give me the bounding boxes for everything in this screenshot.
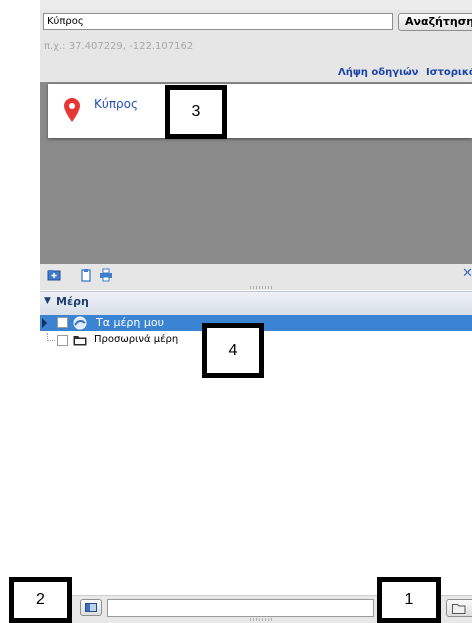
history-link[interactable]: Ιστορικό bbox=[426, 67, 472, 78]
result-title[interactable]: Κύπρος bbox=[94, 97, 138, 111]
search-input[interactable]: Κύπρος bbox=[43, 13, 393, 30]
collapse-triangle-icon[interactable]: ▼ bbox=[44, 296, 51, 306]
callout-label-4: 4 bbox=[202, 323, 264, 378]
temporary-places-label[interactable]: Προσωρινά μέρη bbox=[94, 334, 178, 345]
get-directions-link[interactable]: Λήψη οδηγιών bbox=[338, 67, 418, 78]
search-button[interactable]: Αναζήτηση bbox=[398, 13, 472, 31]
coordinates-hint: π.χ.: 37.407229, -122.107162 bbox=[44, 41, 194, 52]
panel-resize-grip[interactable] bbox=[250, 286, 274, 289]
my-places-checkbox[interactable] bbox=[57, 317, 68, 328]
bottom-text-field[interactable] bbox=[107, 599, 374, 617]
folder-icon bbox=[73, 336, 87, 346]
print-icon[interactable] bbox=[99, 268, 113, 282]
temporary-places-checkbox[interactable] bbox=[57, 335, 68, 346]
search-result-item[interactable] bbox=[48, 84, 472, 138]
bottom-resize-grip[interactable] bbox=[250, 618, 272, 621]
add-folder-icon[interactable] bbox=[47, 268, 61, 282]
places-header[interactable] bbox=[40, 291, 472, 315]
sidebar-toggle-icon bbox=[85, 603, 97, 612]
callout-label-1: 1 bbox=[377, 577, 441, 623]
copy-to-clipboard-icon[interactable] bbox=[79, 268, 93, 282]
globe-icon bbox=[73, 316, 87, 330]
my-places-label[interactable]: Τα μέρη μου bbox=[96, 316, 164, 329]
panel-top-strip bbox=[40, 0, 472, 10]
folder-open-icon bbox=[452, 604, 466, 614]
expand-arrow-icon[interactable] bbox=[42, 318, 47, 328]
close-results-icon[interactable]: ✕ bbox=[462, 266, 472, 281]
callout-label-2: 2 bbox=[9, 577, 72, 623]
toggle-sidebar-button[interactable] bbox=[80, 599, 102, 616]
map-pin-icon bbox=[64, 98, 80, 122]
open-folder-button[interactable] bbox=[446, 599, 472, 617]
tree-connector-line bbox=[47, 333, 55, 341]
callout-label-3: 3 bbox=[165, 85, 227, 139]
places-title: Μέρη bbox=[56, 295, 89, 308]
